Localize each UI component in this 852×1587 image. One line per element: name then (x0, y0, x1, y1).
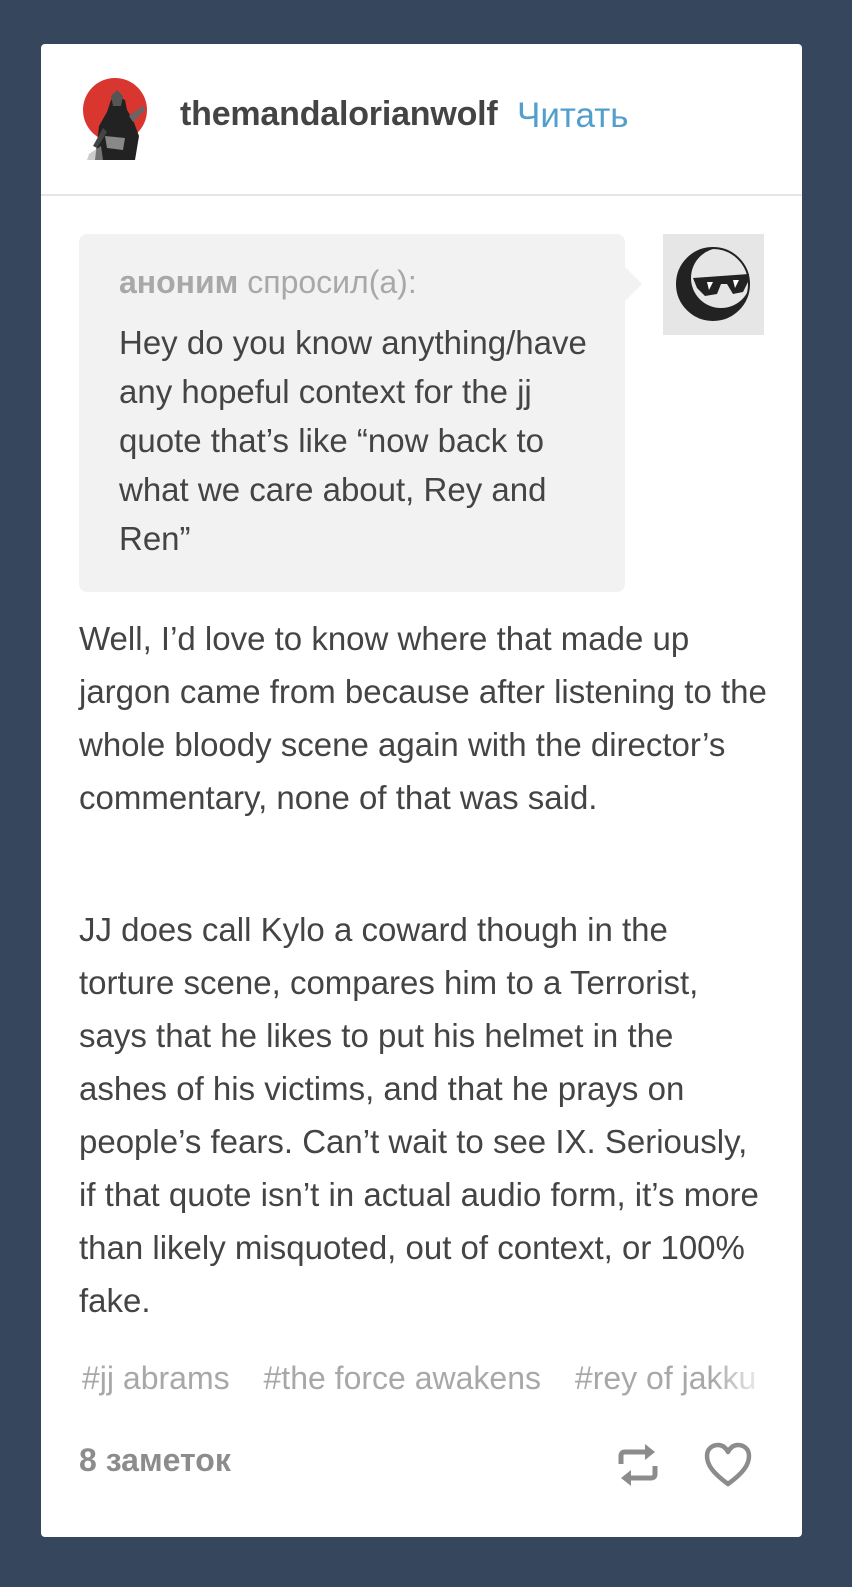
question-text: Hey do you know anything/have any hopefu… (119, 324, 587, 557)
follow-button[interactable]: Читать (517, 96, 628, 136)
tags-fade-overlay (712, 1360, 772, 1410)
answer-paragraph: Well, I’d love to know where that made u… (79, 620, 767, 816)
ask-bubble: аноним спросил(а): Hey do you know anyth… (79, 234, 625, 592)
sunglasses-avatar-icon (663, 234, 764, 335)
reblog-icon[interactable] (613, 1440, 663, 1490)
tag-list: #jj abrams #the force awakens #rey of ja… (82, 1360, 772, 1410)
asker-name: аноним (119, 264, 239, 300)
tag-link[interactable]: #jj abrams (82, 1360, 230, 1397)
post-card: themandalorianwolf Читать аноним спросил… (41, 44, 802, 1537)
post-header: themandalorianwolf Читать (41, 44, 802, 196)
answer-paragraph: JJ does call Kylo a coward though in the… (79, 911, 759, 1319)
ask-bubble-pointer (624, 266, 642, 302)
tag-link[interactable]: #the force awakens (264, 1360, 542, 1397)
mandalorian-avatar-icon[interactable] (81, 76, 153, 160)
asked-label: спросил(а): (247, 264, 417, 300)
heart-icon[interactable] (703, 1441, 753, 1489)
notes-count[interactable]: 8 заметок (79, 1442, 231, 1479)
blog-name[interactable]: themandalorianwolf (180, 95, 498, 134)
asker-line: аноним спросил(а): (119, 264, 417, 301)
